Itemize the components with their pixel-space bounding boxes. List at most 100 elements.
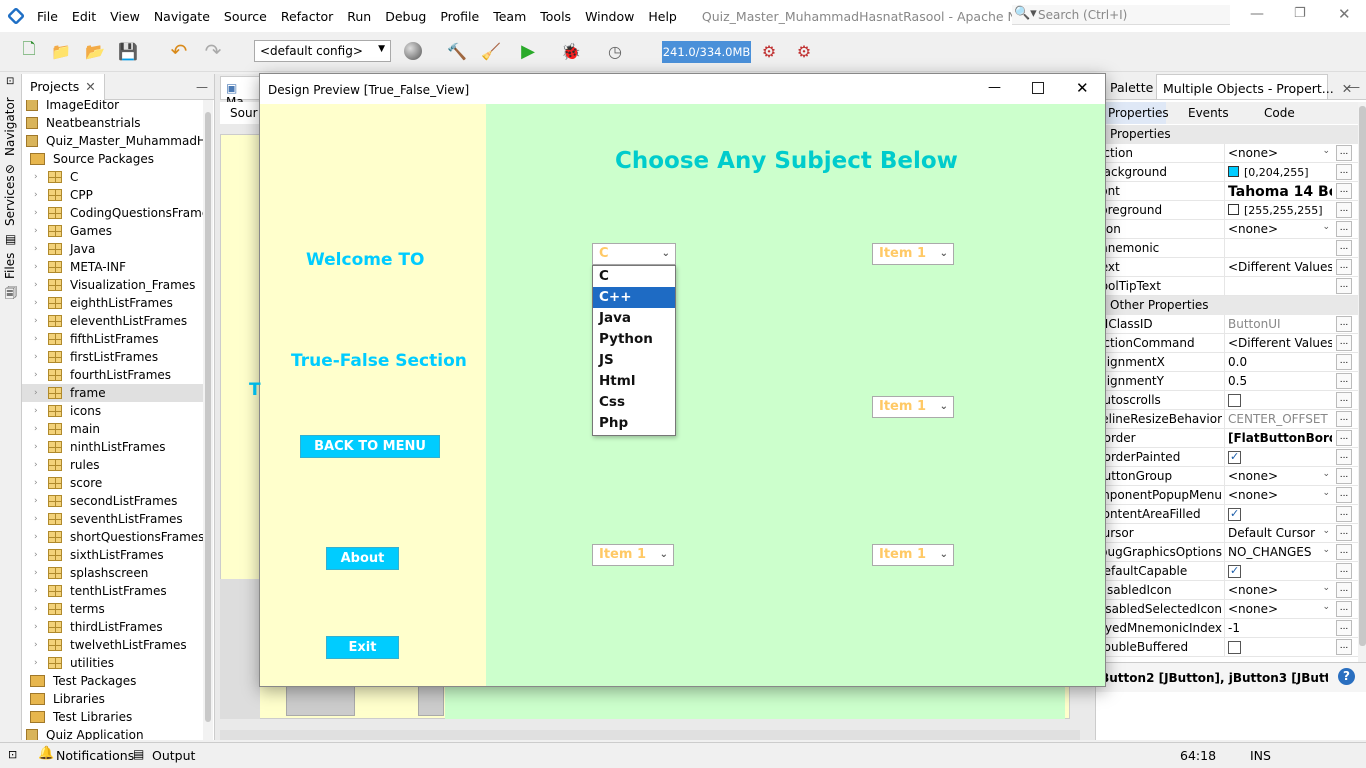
gc-icon[interactable]: ⚙ [758, 40, 780, 62]
subject-combo[interactable]: C ⌄ [592, 243, 676, 265]
notifications-icon[interactable]: 🔔 [38, 746, 54, 761]
menu-debug[interactable]: Debug [378, 9, 433, 24]
tree-row-package[interactable]: › rules [34, 456, 100, 474]
menu-window[interactable]: Window [578, 9, 641, 24]
property-value[interactable]: 0.0 [1224, 353, 1332, 371]
property-editor-button[interactable]: ... [1336, 468, 1352, 484]
property-value[interactable]: <Different Values> [1224, 258, 1332, 276]
tree-row-package[interactable]: › secondListFrames [34, 492, 177, 510]
expand-icon[interactable]: › [34, 478, 44, 488]
expand-icon[interactable]: › [34, 244, 44, 254]
property-row[interactable]: foreground [255,255,255]... [1096, 201, 1358, 220]
tree-row-project[interactable]: Quiz Application [26, 726, 144, 740]
chevron-down-icon[interactable]: ⌄ [1322, 545, 1330, 555]
editor-hscrollbar[interactable] [220, 730, 1080, 740]
menu-tools[interactable]: Tools [533, 9, 578, 24]
property-value[interactable] [1224, 505, 1332, 523]
property-row[interactable]: action <none> ⌄... [1096, 144, 1358, 163]
undo-icon[interactable]: ↶ [168, 39, 190, 63]
property-editor-button[interactable]: ... [1336, 544, 1352, 560]
tree-row-package[interactable]: › eleventhListFrames [34, 312, 187, 330]
menu-refactor[interactable]: Refactor [274, 9, 340, 24]
property-row[interactable]: background [0,204,255]... [1096, 163, 1358, 182]
dialog-maximize-icon[interactable] [1032, 82, 1044, 94]
tree-row-package[interactable]: › META-INF [34, 258, 126, 276]
checkbox[interactable] [1228, 641, 1241, 654]
editor-tab[interactable]: ▣ Ma [220, 76, 260, 109]
expand-icon[interactable]: › [34, 460, 44, 470]
minimize-window-icon[interactable]: — [1250, 6, 1264, 22]
chevron-down-icon[interactable]: ⌄ [1322, 469, 1330, 479]
property-editor-button[interactable]: ... [1336, 183, 1352, 199]
menu-file[interactable]: File [30, 9, 65, 24]
menu-source[interactable]: Source [217, 9, 274, 24]
redo-icon[interactable]: ↷ [202, 39, 224, 63]
subject-option[interactable]: Html [593, 371, 675, 392]
subject-option[interactable]: Css [593, 392, 675, 413]
property-row[interactable]: actionCommand <Different Values>... [1096, 334, 1358, 353]
checkbox[interactable] [1228, 394, 1241, 407]
property-row[interactable]: disabledSelectedIcon <none> ⌄... [1096, 600, 1358, 619]
property-editor-button[interactable]: ... [1336, 202, 1352, 218]
subtab-code[interactable]: Code [1264, 106, 1295, 120]
property-value[interactable]: [FlatButtonBorder] [1224, 429, 1332, 447]
expand-icon[interactable]: › [34, 280, 44, 290]
help-icon[interactable]: ? [1338, 668, 1355, 685]
property-row[interactable]: alignmentY 0.5... [1096, 372, 1358, 391]
property-row[interactable]: mnemonic... [1096, 239, 1358, 258]
props-scrollbar[interactable] [1358, 102, 1366, 662]
run-icon[interactable]: ▶ [517, 40, 539, 62]
property-value[interactable] [1224, 448, 1332, 466]
expand-icon[interactable]: › [34, 388, 44, 398]
debug-icon[interactable]: 🐞 [560, 40, 582, 62]
hammer-icon[interactable]: 🔨 [446, 40, 468, 62]
property-editor-button[interactable]: ... [1336, 411, 1352, 427]
expand-icon[interactable]: › [34, 352, 44, 362]
property-editor-button[interactable]: ... [1336, 506, 1352, 522]
tree-row-project[interactable]: Quiz_Master_MuhammadHasnat [26, 132, 203, 150]
property-row[interactable]: toolTipText... [1096, 277, 1358, 296]
menu-run[interactable]: Run [340, 9, 378, 24]
minimize-panel-icon[interactable]: — [1348, 80, 1360, 94]
property-value[interactable] [1224, 638, 1332, 656]
property-row[interactable]: alignmentX 0.0... [1096, 353, 1358, 372]
tab-services[interactable]: Services [3, 175, 17, 226]
dialog-minimize-icon[interactable]: — [988, 80, 1001, 95]
property-editor-button[interactable]: ... [1336, 240, 1352, 256]
subject-option[interactable]: Java [593, 308, 675, 329]
exit-button[interactable]: Exit [326, 636, 399, 659]
menu-team[interactable]: Team [486, 9, 533, 24]
subject-option[interactable]: C [593, 266, 675, 287]
expand-icon[interactable]: › [34, 442, 44, 452]
subject-option[interactable]: Python [593, 329, 675, 350]
property-value[interactable]: <none> ⌄ [1224, 600, 1332, 618]
new-project-icon[interactable]: 📁 [50, 40, 72, 62]
save-all-icon[interactable]: 💾 [117, 40, 139, 62]
tab-palette[interactable]: Palette [1110, 80, 1153, 95]
chevron-down-icon[interactable]: ⌄ [1322, 222, 1330, 232]
property-row[interactable]: baselineResizeBehavior CENTER_OFFSET... [1096, 410, 1358, 429]
panel-toggle-icon[interactable]: ⊡ [8, 748, 17, 761]
about-button[interactable]: About [326, 547, 399, 570]
property-value[interactable]: <Different Values> [1224, 334, 1332, 352]
property-value[interactable] [1224, 391, 1332, 409]
chevron-down-icon[interactable]: ⌄ [1322, 583, 1330, 593]
property-editor-button[interactable]: ... [1336, 354, 1352, 370]
tree-row-folder[interactable]: Test Libraries [30, 708, 132, 726]
property-row[interactable]: borderPainted... [1096, 448, 1358, 467]
chevron-down-icon[interactable]: ⌄ [1322, 526, 1330, 536]
tree-row-package[interactable]: › CodingQuestionsFrames [34, 204, 203, 222]
property-value[interactable]: CENTER_OFFSET [1224, 410, 1332, 428]
tree-row-package[interactable]: › Java [34, 240, 95, 258]
property-editor-button[interactable]: ... [1336, 392, 1352, 408]
subtab-events[interactable]: Events [1188, 106, 1229, 120]
property-editor-button[interactable]: ... [1336, 601, 1352, 617]
property-row[interactable]: buttonGroup <none> ⌄... [1096, 467, 1358, 486]
other-properties-section-header[interactable]: Other Properties [1096, 296, 1358, 315]
subject-option[interactable]: Php [593, 413, 675, 434]
property-row[interactable]: UIClassID ButtonUI... [1096, 315, 1358, 334]
tree-row-package[interactable]: › thirdListFrames [34, 618, 163, 636]
output-icon[interactable]: ▤ [133, 747, 144, 761]
expand-icon[interactable]: › [34, 262, 44, 272]
expand-icon[interactable]: › [34, 550, 44, 560]
